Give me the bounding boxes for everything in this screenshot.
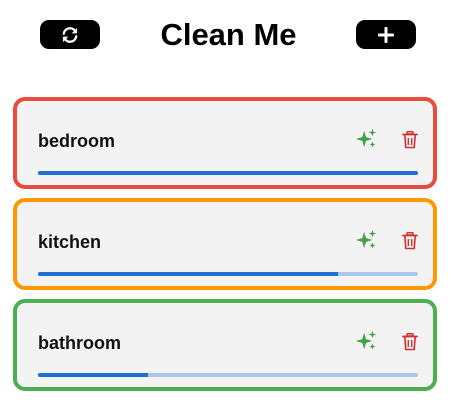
progress-fill xyxy=(38,171,418,175)
room-name: bedroom xyxy=(38,131,116,151)
add-room-button[interactable] xyxy=(356,20,416,49)
room-card-bathroom[interactable]: bathroom xyxy=(13,299,437,391)
room-name: bathroom xyxy=(38,333,121,353)
room-card-bedroom[interactable]: bedroom xyxy=(13,97,437,189)
sparkle-icon[interactable] xyxy=(355,330,377,352)
trash-icon[interactable] xyxy=(402,333,418,351)
room-name: kitchen xyxy=(38,232,102,252)
progress-bar xyxy=(38,171,418,175)
trash-icon[interactable] xyxy=(402,131,418,149)
plus-icon xyxy=(378,26,394,43)
trash-icon[interactable] xyxy=(402,232,418,250)
sparkle-icon[interactable] xyxy=(355,229,377,251)
progress-bar xyxy=(38,373,418,377)
sparkle-icon[interactable] xyxy=(355,128,377,150)
progress-fill xyxy=(38,373,149,377)
progress-bar xyxy=(38,272,418,276)
progress-fill xyxy=(38,272,339,276)
room-card-kitchen[interactable]: kitchen xyxy=(13,198,437,290)
app-header: Clean Me xyxy=(0,0,457,80)
